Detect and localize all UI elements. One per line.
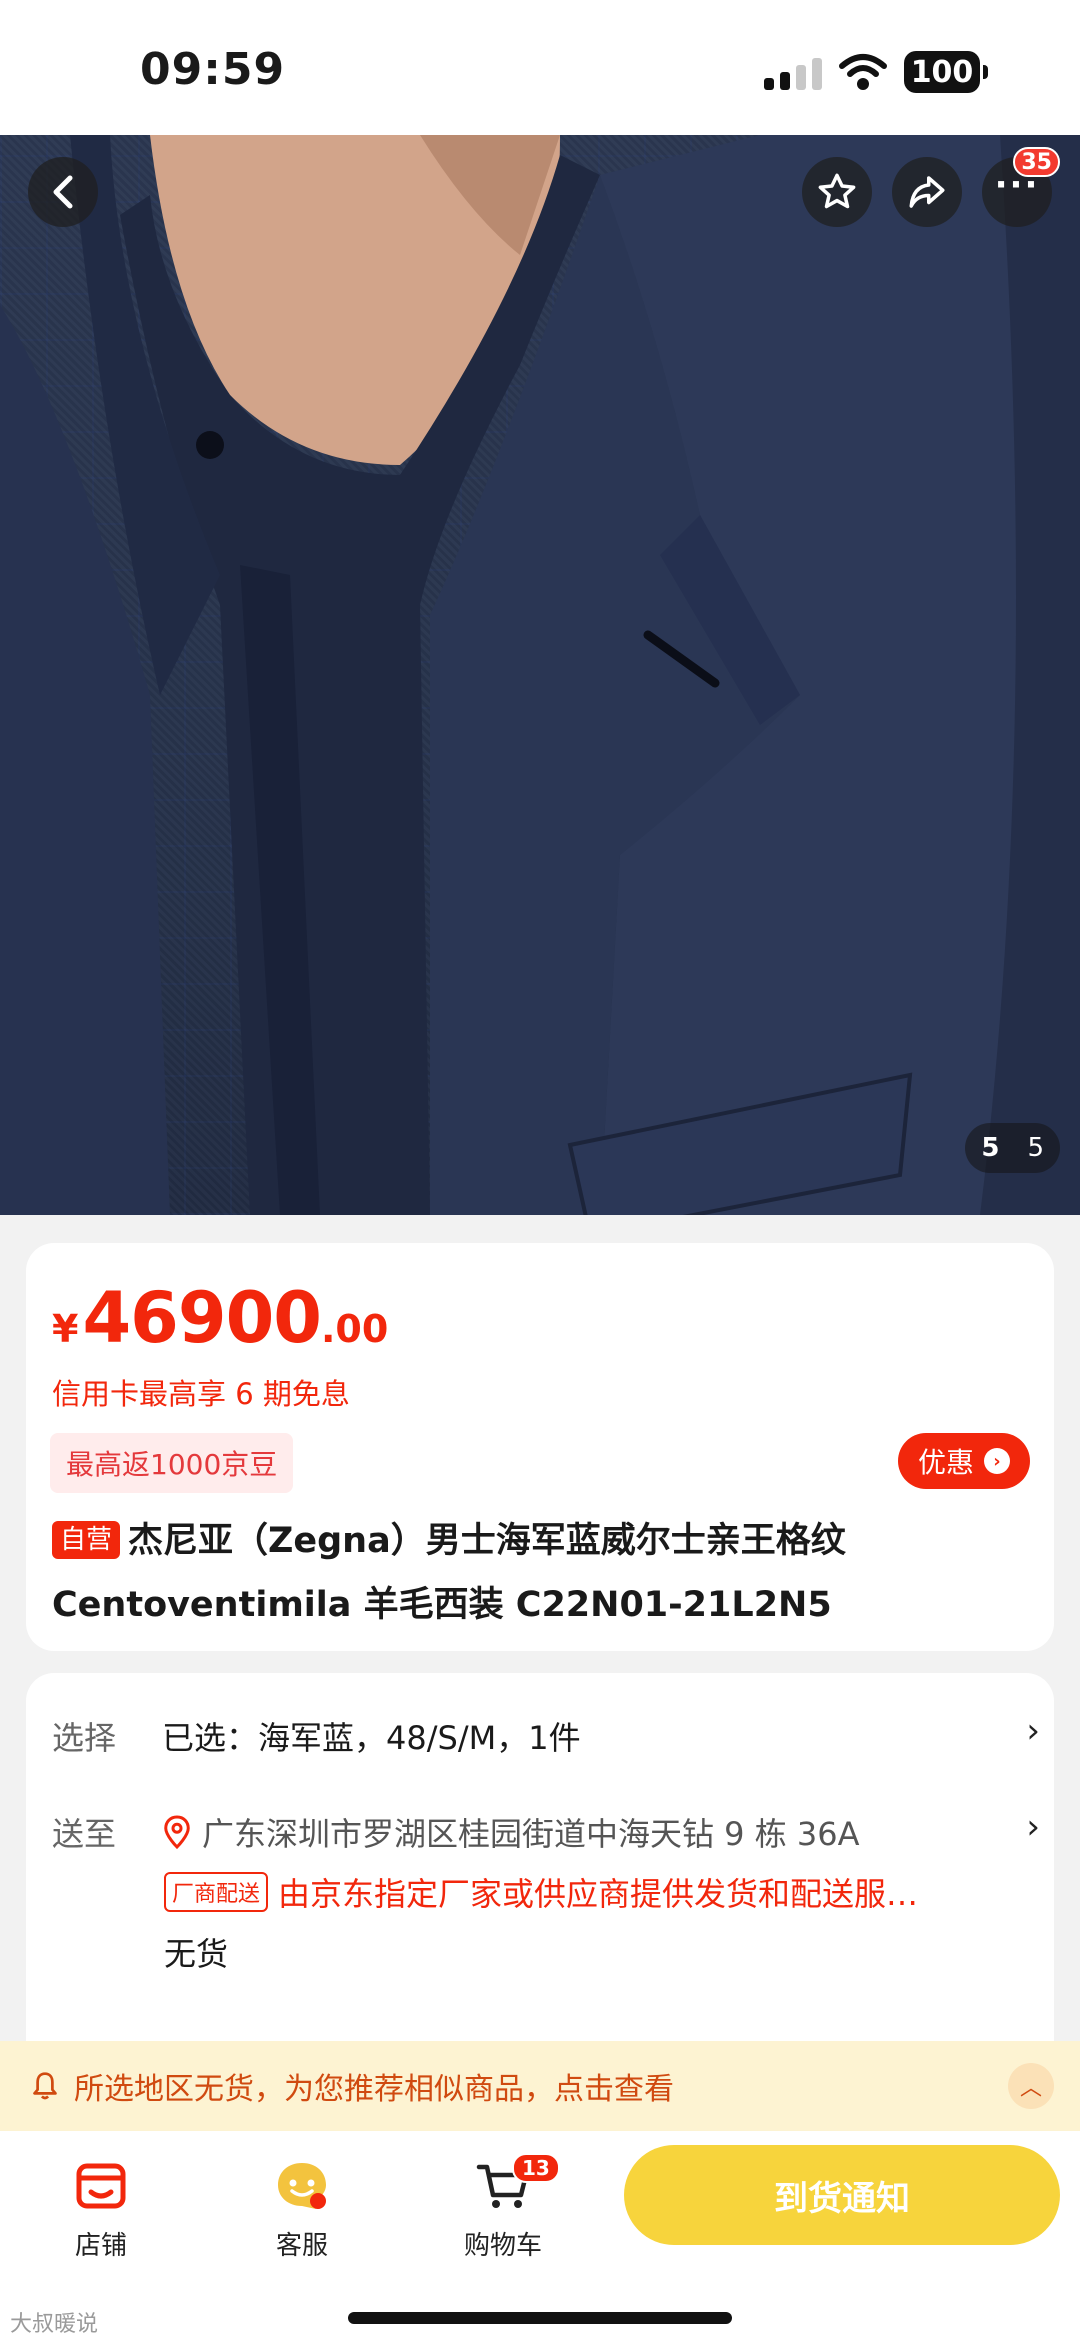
back-arrow-icon	[53, 175, 73, 209]
cart-tab[interactable]: 13 购物车	[438, 2153, 568, 2262]
status-bar: 09:59 100	[0, 0, 1080, 135]
share-button[interactable]	[892, 157, 962, 227]
watermark: 大叔暖说	[10, 2312, 99, 2337]
product-title: 自营 杰尼亚（Zegna）男士海军蓝威尔士亲王格纹 Centoventimila …	[52, 1509, 1032, 1637]
cart-label: 购物车	[463, 2231, 542, 2261]
wifi-icon	[839, 54, 887, 90]
address-text: 广东深圳市罗湖区桂园街道中海天钻 9 栋 36A	[202, 1815, 860, 1853]
image-pager: 5 5	[965, 1123, 1060, 1173]
back-button[interactable]	[28, 157, 98, 227]
pager-current: 5	[981, 1133, 1000, 1163]
stock-status: 无货	[164, 1935, 229, 1973]
message-count-badge: 35	[1013, 147, 1060, 177]
customer-service-icon	[278, 2163, 326, 2209]
customer-service-tab[interactable]: 客服	[237, 2153, 367, 2262]
select-value: 已选：海军蓝，48/S/M，1件	[162, 1719, 581, 1757]
promo-button[interactable]: 优惠 ›	[898, 1433, 1030, 1489]
price-integer: 46900	[82, 1277, 322, 1359]
price: ¥ 46900 .00	[52, 1277, 388, 1359]
home-indicator[interactable]	[348, 2312, 732, 2324]
battery-icon: 100	[904, 51, 988, 93]
product-info-card: ¥ 46900 .00 信用卡最高享 6 期免息 最高返1000京豆 优惠 › …	[26, 1243, 1054, 1651]
address: 广东深圳市罗湖区桂园街道中海天钻 9 栋 36A	[162, 1809, 860, 1855]
select-label: 选择	[52, 1719, 117, 1757]
out-of-stock-notice[interactable]: 所选地区无货，为您推荐相似商品，点击查看 ︿	[0, 2041, 1080, 2131]
jd-bean-rebate[interactable]: 最高返1000京豆	[50, 1433, 294, 1493]
pager-total: 5	[1027, 1133, 1044, 1163]
shop-icon	[76, 2163, 126, 2209]
product-image-gallery[interactable]: ··· 35 5 5	[0, 135, 1080, 1215]
chevron-right-icon: ›	[984, 1448, 1010, 1474]
installment-info: 信用卡最高享 6 期免息	[52, 1377, 350, 1411]
delivery-info: 厂商配送 由京东指定厂家或供应商提供发货和配送服…	[164, 1869, 1024, 1915]
arrival-notify-button[interactable]: 到货通知	[624, 2145, 1060, 2245]
self-operated-tag: 自营	[52, 1521, 121, 1559]
product-photo	[0, 135, 1080, 1215]
bell-icon	[33, 2072, 57, 2100]
factory-delivery-text: 由京东指定厂家或供应商提供发货和配送服…	[278, 1875, 919, 1913]
cart-count-badge: 13	[512, 2153, 560, 2183]
product-title-text: 杰尼亚（Zegna）男士海军蓝威尔士亲王格纹 Centoventimila 羊毛…	[52, 1521, 846, 1625]
location-pin-icon	[164, 1815, 190, 1850]
price-currency: ¥	[52, 1307, 79, 1351]
chevron-right-icon: ›	[1026, 1711, 1040, 1751]
shop-tab[interactable]: 店铺	[36, 2153, 166, 2262]
bottom-action-bar: 店铺 客服 13 购物车 到货通知	[0, 2131, 1080, 2341]
options-card: 选择 已选：海军蓝，48/S/M，1件 › 送至 广东深圳市罗湖区桂园街道中海天…	[26, 1673, 1054, 2073]
factory-delivery-tag: 厂商配送	[164, 1872, 269, 1912]
chevron-right-icon: ›	[1026, 1807, 1040, 1847]
chevron-up-icon[interactable]: ︿	[1008, 2063, 1054, 2109]
shop-label: 店铺	[74, 2231, 127, 2261]
signal-icon	[764, 58, 824, 90]
status-time: 09:59	[140, 44, 286, 95]
price-decimal: .00	[320, 1307, 389, 1351]
more-button[interactable]: ··· 35	[982, 147, 1060, 227]
notice-text: 所选地区无货，为您推荐相似商品，点击查看	[74, 2072, 674, 2107]
favorite-button[interactable]	[802, 157, 872, 227]
star-icon	[818, 173, 856, 209]
service-label: 客服	[275, 2231, 328, 2261]
ship-label: 送至	[52, 1815, 117, 1853]
share-icon	[909, 176, 945, 208]
promo-label: 优惠	[917, 1446, 974, 1479]
